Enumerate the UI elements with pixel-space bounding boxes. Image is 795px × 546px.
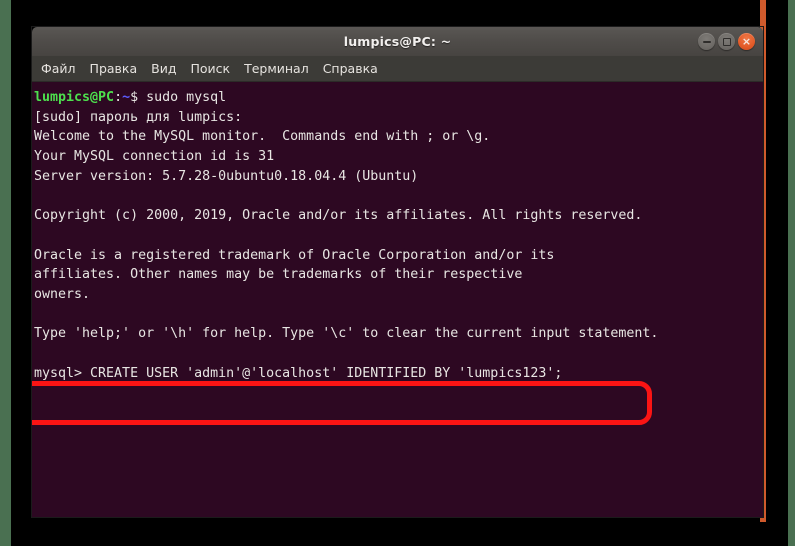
window-title: lumpics@PC: ~ (343, 34, 452, 49)
menubar: Файл Правка Вид Поиск Терминал Справка (32, 56, 763, 82)
minimize-icon (702, 40, 711, 43)
desktop: lumpics@PC: ~ × Файл Правка Вид Поиск Те… (0, 0, 795, 546)
terminal-window: lumpics@PC: ~ × Файл Правка Вид Поиск Те… (32, 27, 763, 517)
menu-item-edit[interactable]: Правка (83, 58, 145, 80)
terminal-line: mysql> CREATE USER 'admin'@'localhost' I… (34, 365, 563, 381)
terminal-line: Type 'help;' or '\h' for help. Type '\c'… (34, 326, 659, 342)
terminal-line: lumpics@PC:~$ sudo mysql (34, 88, 763, 108)
window-titlebar[interactable]: lumpics@PC: ~ × (32, 27, 763, 56)
terminal-line: Server version: 5.7.28-0ubuntu0.18.04.4 … (34, 168, 419, 184)
maximize-button[interactable] (718, 33, 735, 50)
terminal-output-area[interactable]: lumpics@PC:~$ sudo mysql [sudo] пароль дл… (32, 82, 763, 517)
terminal-line: Your MySQL connection id is 31 (34, 149, 275, 165)
menu-item-terminal[interactable]: Терминал (237, 58, 316, 80)
minimize-button[interactable] (698, 33, 715, 50)
close-icon: × (741, 34, 752, 48)
terminal-line: Copyright (c) 2000, 2019, Oracle and/or … (34, 208, 643, 224)
prompt-user-host: lumpics@PC (34, 90, 115, 105)
menu-item-help[interactable]: Справка (316, 58, 385, 80)
desktop-background-right (788, 0, 795, 546)
terminal-line: Welcome to the MySQL monitor. Commands e… (34, 129, 491, 145)
terminal-text: lumpics@PC:~$ sudo mysql [sudo] пароль дл… (32, 88, 763, 383)
prompt-colon: : (114, 90, 123, 105)
close-button[interactable]: × (738, 33, 755, 50)
prompt-command: $ sudo mysql (130, 90, 227, 105)
window-controls: × (698, 27, 755, 56)
maximize-icon (722, 37, 731, 46)
menu-item-search[interactable]: Поиск (183, 58, 237, 80)
terminal-line: affiliates. Other names may be trademark… (34, 267, 523, 283)
prompt-path: ~ (122, 90, 131, 105)
menu-item-file[interactable]: Файл (34, 58, 83, 80)
terminal-line: [sudo] пароль для lumpics: (34, 109, 243, 125)
menu-item-view[interactable]: Вид (144, 58, 183, 80)
terminal-line: owners. (34, 286, 91, 302)
desktop-background-left (0, 0, 11, 546)
annotation-highlight-box (32, 381, 652, 425)
terminal-line: Oracle is a registered trademark of Orac… (34, 247, 555, 263)
